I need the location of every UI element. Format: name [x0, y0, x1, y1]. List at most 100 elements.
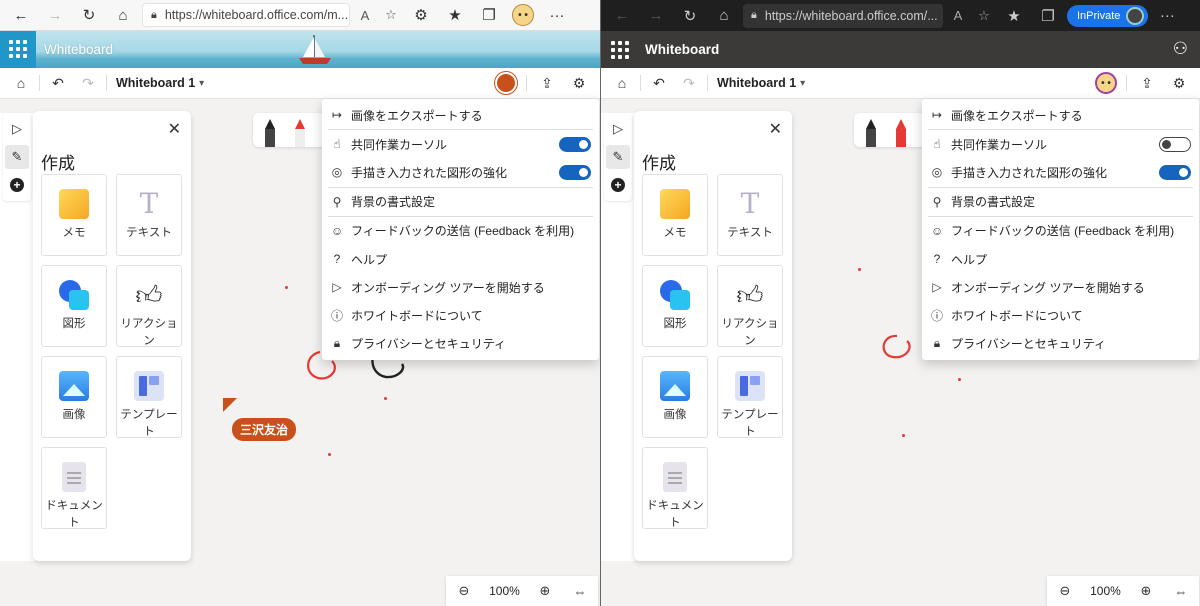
menu-item-about[interactable]: ⓘ ホワイトボードについて — [322, 301, 599, 329]
address-bar[interactable]: 🔒︎ https://whiteboard.office.com/... — [743, 3, 943, 28]
menu-item-background[interactable]: ⚲ 背景の書式設定 — [922, 188, 1199, 216]
select-tool-icon[interactable]: ▷ — [5, 117, 29, 141]
tile-text[interactable]: T テキスト — [717, 174, 783, 256]
person-icon[interactable]: ⚇ — [1173, 39, 1188, 59]
black-pen-icon[interactable] — [265, 119, 275, 147]
menu-item-export[interactable]: ↦ 画像をエクスポートする — [922, 101, 1199, 129]
menu-item-collab-cursor[interactable]: ☝ 共同作業カーソル — [322, 130, 599, 158]
user-avatar[interactable] — [491, 70, 521, 96]
tile-document[interactable]: ドキュメント — [642, 447, 708, 529]
tile-template[interactable]: テンプレート — [116, 356, 182, 438]
menu-item-feedback[interactable]: ☺ フィードバックの送信 (Feedback を利用) — [322, 217, 599, 245]
address-bar[interactable]: 🔒︎ https://whiteboard.office.com/m... — [142, 3, 350, 27]
home-icon[interactable]: ⌂ — [709, 3, 739, 29]
undo-icon[interactable]: ↶ — [43, 70, 73, 96]
menu-item-ink-shapes[interactable]: ◎ 手描き入力された図形の強化 — [922, 158, 1199, 186]
favorites-icon[interactable]: ★ — [999, 3, 1029, 29]
close-icon[interactable]: ✕ — [168, 119, 181, 139]
settings-gear-icon[interactable]: ⚙ — [564, 70, 594, 96]
fit-screen-icon[interactable]: ⇔ — [1171, 584, 1191, 599]
tile-document[interactable]: ドキュメント — [41, 447, 107, 529]
red-pen-icon[interactable] — [295, 119, 305, 147]
chevron-down-icon[interactable]: ▾ — [199, 78, 204, 89]
back-icon[interactable]: ← — [6, 2, 36, 28]
tile-reaction[interactable]: 👍︎ リアクション — [116, 265, 182, 347]
collections-icon[interactable]: ❐ — [1033, 3, 1063, 29]
red-pen-icon[interactable] — [896, 119, 906, 147]
add-icon[interactable]: + — [5, 173, 29, 197]
extensions-icon[interactable]: ⚙ — [406, 2, 436, 28]
pen-tool-icon[interactable]: ✎ — [5, 145, 29, 169]
add-icon[interactable]: + — [606, 173, 630, 197]
undo-icon[interactable]: ↶ — [644, 70, 674, 96]
board-title[interactable]: Whiteboard 1 — [116, 76, 195, 90]
document-icon — [62, 462, 86, 492]
favorite-add-icon[interactable]: ☆ — [973, 8, 995, 24]
app-launcher-icon[interactable] — [0, 31, 36, 68]
tile-reaction[interactable]: 👍︎ リアクション — [717, 265, 783, 347]
select-tool-icon[interactable]: ▷ — [606, 117, 630, 141]
read-aloud-icon[interactable]: A — [354, 8, 376, 23]
tile-note[interactable]: メモ — [642, 174, 708, 256]
zoom-in-icon[interactable]: ⊕ — [1136, 583, 1156, 599]
more-icon[interactable]: ··· — [542, 2, 572, 28]
read-aloud-icon[interactable]: A — [947, 8, 969, 23]
whiteboard-toolbar: ⌂ ↶ ↷ Whiteboard 1 ▾ ⇪ ⚙ — [0, 68, 600, 99]
home-icon[interactable]: ⌂ — [6, 70, 36, 96]
refresh-icon[interactable]: ↻ — [74, 2, 104, 28]
menu-item-help[interactable]: ? ヘルプ — [922, 245, 1199, 273]
menu-item-help[interactable]: ? ヘルプ — [322, 245, 599, 273]
panel-title: 作成 — [642, 154, 676, 173]
menu-item-ink-shapes[interactable]: ◎ 手描き入力された図形の強化 — [322, 158, 599, 186]
zoom-in-icon[interactable]: ⊕ — [535, 583, 555, 599]
home-icon[interactable]: ⌂ — [607, 70, 637, 96]
share-icon[interactable]: ⇪ — [532, 70, 562, 96]
fit-screen-icon[interactable]: ⇔ — [570, 584, 590, 599]
menu-item-export[interactable]: ↦ 画像をエクスポートする — [322, 101, 599, 129]
menu-item-feedback[interactable]: ☺ フィードバックの送信 (Feedback を利用) — [922, 217, 1199, 245]
app-launcher-icon[interactable] — [611, 40, 629, 59]
menu-item-onboarding[interactable]: ▷ オンボーディング ツアーを開始する — [322, 273, 599, 301]
tile-template[interactable]: テンプレート — [717, 356, 783, 438]
pen-tool-icon[interactable]: ✎ — [606, 145, 630, 169]
tile-image[interactable]: 画像 — [642, 356, 708, 438]
zoom-out-icon[interactable]: ⊖ — [1055, 583, 1075, 599]
black-pen-icon[interactable] — [866, 119, 876, 147]
refresh-icon[interactable]: ↻ — [675, 3, 705, 29]
tile-text[interactable]: T テキスト — [116, 174, 182, 256]
collab-cursor-toggle[interactable] — [559, 137, 591, 153]
redo-icon[interactable]: ↷ — [674, 70, 704, 96]
back-icon[interactable]: ← — [607, 3, 637, 29]
close-icon[interactable]: ✕ — [769, 119, 782, 139]
forward-icon[interactable]: → — [40, 2, 70, 28]
forward-icon[interactable]: → — [641, 3, 671, 29]
zoom-out-icon[interactable]: ⊖ — [454, 583, 474, 599]
menu-item-collab-cursor[interactable]: ☝ 共同作業カーソル — [922, 130, 1199, 158]
menu-item-privacy[interactable]: 🔒︎ プライバシーとセキュリティ — [922, 330, 1199, 358]
tile-shape[interactable]: 図形 — [642, 265, 708, 347]
more-icon[interactable]: ··· — [1152, 3, 1182, 29]
collab-cursor-toggle[interactable] — [1159, 137, 1191, 153]
collections-icon[interactable]: ❐ — [474, 2, 504, 28]
ink-shapes-toggle[interactable] — [1159, 165, 1191, 181]
collab-cursor-label: 三沢友治 — [232, 418, 297, 441]
home-icon[interactable]: ⌂ — [108, 2, 138, 28]
tile-note[interactable]: メモ — [41, 174, 107, 256]
ink-shapes-toggle[interactable] — [559, 165, 591, 181]
favorites-icon[interactable]: ★ — [440, 2, 470, 28]
menu-item-privacy[interactable]: 🔒︎ プライバシーとセキュリティ — [322, 330, 599, 358]
settings-gear-icon[interactable]: ⚙ — [1164, 70, 1194, 96]
tile-shape[interactable]: 図形 — [41, 265, 107, 347]
favorite-add-icon[interactable]: ☆ — [380, 7, 402, 23]
inprivate-badge[interactable]: InPrivate — [1067, 4, 1149, 27]
board-title[interactable]: Whiteboard 1 — [717, 76, 796, 90]
redo-icon[interactable]: ↷ — [73, 70, 103, 96]
tile-image[interactable]: 画像 — [41, 356, 107, 438]
user-avatar[interactable]: • • — [1091, 70, 1121, 96]
menu-item-about[interactable]: ⓘ ホワイトボードについて — [922, 301, 1199, 329]
menu-item-background[interactable]: ⚲ 背景の書式設定 — [322, 188, 599, 216]
profile-avatar[interactable]: • • — [508, 2, 538, 28]
menu-item-onboarding[interactable]: ▷ オンボーディング ツアーを開始する — [922, 273, 1199, 301]
share-icon[interactable]: ⇪ — [1132, 70, 1162, 96]
chevron-down-icon[interactable]: ▾ — [800, 78, 805, 89]
